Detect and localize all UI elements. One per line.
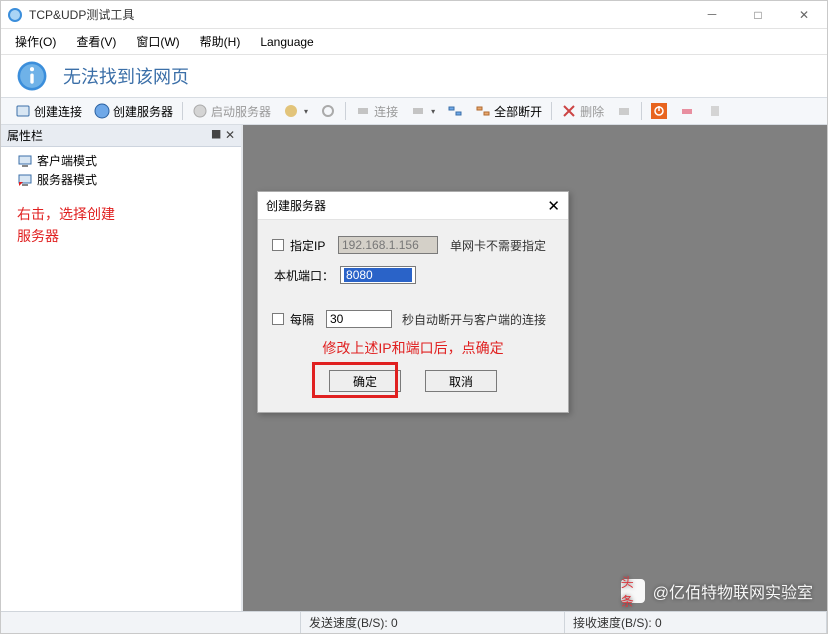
computer-icon — [17, 153, 33, 169]
server-node-icon — [17, 172, 33, 188]
toolbar-disconnect[interactable]: ▾ — [404, 101, 441, 121]
clear-icon — [616, 103, 632, 119]
checkbox-specify-ip[interactable] — [272, 239, 284, 251]
sidebar: 属性栏 ⯀ ✕ 客户端模式 服务器模式 右击，选择创建 服务器 — [1, 125, 243, 611]
settings-icon — [679, 103, 695, 119]
maximize-button[interactable]: □ — [735, 1, 781, 29]
dialog-cancel-button[interactable]: 取消 — [425, 370, 497, 392]
unplug-icon — [410, 103, 426, 119]
menu-language[interactable]: Language — [252, 33, 321, 51]
export-icon — [707, 103, 723, 119]
tree-node-label: 客户端模式 — [37, 152, 97, 169]
start-icon — [192, 103, 208, 119]
power-icon — [651, 103, 667, 119]
toolbar-stop-server[interactable]: ▾ — [277, 101, 314, 121]
dialog-title-text: 创建服务器 — [266, 197, 326, 214]
input-interval[interactable]: 30 — [326, 310, 392, 328]
title-bar: TCP&UDP测试工具 － □ ✕ — [1, 1, 827, 29]
sidebar-header: 属性栏 ⯀ ✕ — [1, 125, 241, 147]
dialog-title-bar[interactable]: 创建服务器 ✕ — [258, 192, 568, 220]
label-local-port: 本机端口： — [274, 267, 334, 284]
minimize-button[interactable]: － — [689, 1, 735, 29]
app-icon — [7, 7, 23, 23]
hint-interval: 秒自动断开与客户端的连接 — [402, 311, 546, 328]
toolbar-start-server[interactable]: 启动服务器 — [186, 101, 277, 122]
label-interval: 每隔 — [290, 311, 320, 328]
input-port[interactable]: 8080 — [340, 266, 416, 284]
sidebar-close-icon[interactable]: ✕ — [225, 128, 235, 143]
menu-window[interactable]: 窗口(W) — [128, 31, 187, 52]
toolbar-connect[interactable]: 连接 — [349, 101, 404, 122]
toolbar-clear[interactable] — [610, 101, 638, 121]
watermark-text: @亿佰特物联网实验室 — [653, 579, 813, 603]
banner-text: 无法找到该网页 — [63, 63, 189, 89]
delete-icon — [561, 103, 577, 119]
toolbar-create-server[interactable]: 创建服务器 — [88, 101, 179, 122]
menu-help[interactable]: 帮助(H) — [192, 31, 249, 52]
toolbar-create-connection[interactable]: 创建连接 — [9, 101, 88, 122]
input-ip[interactable]: 192.168.1.156 — [338, 236, 438, 254]
toolbar-connect-all[interactable] — [441, 101, 469, 121]
toolbar-delete[interactable]: 删除 — [555, 101, 610, 122]
toolbar-stop2[interactable] — [314, 101, 342, 121]
info-icon — [15, 59, 49, 93]
toolbar-power[interactable] — [645, 101, 673, 121]
server-icon — [94, 103, 110, 119]
status-send-speed: 发送速度(B/S): 0 — [301, 612, 565, 633]
tree-node-server-mode[interactable]: 服务器模式 — [7, 170, 235, 189]
watermark-badge: 头条 — [621, 579, 645, 603]
label-specify-ip: 指定IP — [290, 237, 332, 254]
connection-icon — [15, 103, 31, 119]
stop-icon — [283, 103, 299, 119]
sidebar-title-text: 属性栏 — [7, 127, 43, 144]
checkbox-interval[interactable] — [272, 313, 284, 325]
sidebar-pin-icon[interactable]: ⯀ — [211, 128, 221, 143]
status-recv-speed: 接收速度(B/S): 0 — [565, 612, 827, 633]
dialog-ok-button[interactable]: 确定 — [329, 370, 401, 392]
unplug-all-icon — [475, 103, 491, 119]
watermark: 头条 @亿佰特物联网实验室 — [621, 579, 813, 603]
status-bar: 发送速度(B/S): 0 接收速度(B/S): 0 — [1, 611, 827, 633]
toolbar-disconnect-all[interactable]: 全部断开 — [469, 101, 548, 122]
annotation-text: 右击，选择创建 服务器 — [1, 193, 241, 258]
window-title: TCP&UDP测试工具 — [29, 6, 134, 23]
cancel-icon — [320, 103, 336, 119]
banner: 无法找到该网页 — [1, 55, 827, 97]
menu-view[interactable]: 查看(V) — [68, 31, 124, 52]
annotation-dialog-note: 修改上述IP和端口后，点确定 — [272, 338, 554, 358]
plugs-icon — [447, 103, 463, 119]
toolbar-export[interactable] — [701, 101, 729, 121]
hint-ip: 单网卡不需要指定 — [450, 237, 546, 254]
toolbar-settings[interactable] — [673, 101, 701, 121]
menu-operate[interactable]: 操作(O) — [7, 31, 64, 52]
content-area: 创建服务器 ✕ 指定IP 192.168.1.156 单网卡不需要指定 本机端口… — [243, 125, 827, 611]
tree: 客户端模式 服务器模式 — [1, 147, 241, 193]
toolbar: 创建连接 创建服务器 启动服务器 ▾ 连接 ▾ — [1, 97, 827, 125]
dialog-close-button[interactable]: ✕ — [547, 197, 560, 215]
tree-node-label: 服务器模式 — [37, 171, 97, 188]
dialog-create-server: 创建服务器 ✕ 指定IP 192.168.1.156 单网卡不需要指定 本机端口… — [257, 191, 569, 413]
plug-icon — [355, 103, 371, 119]
close-button[interactable]: ✕ — [781, 1, 827, 29]
menu-bar: 操作(O) 查看(V) 窗口(W) 帮助(H) Language — [1, 29, 827, 55]
tree-node-client-mode[interactable]: 客户端模式 — [7, 151, 235, 170]
